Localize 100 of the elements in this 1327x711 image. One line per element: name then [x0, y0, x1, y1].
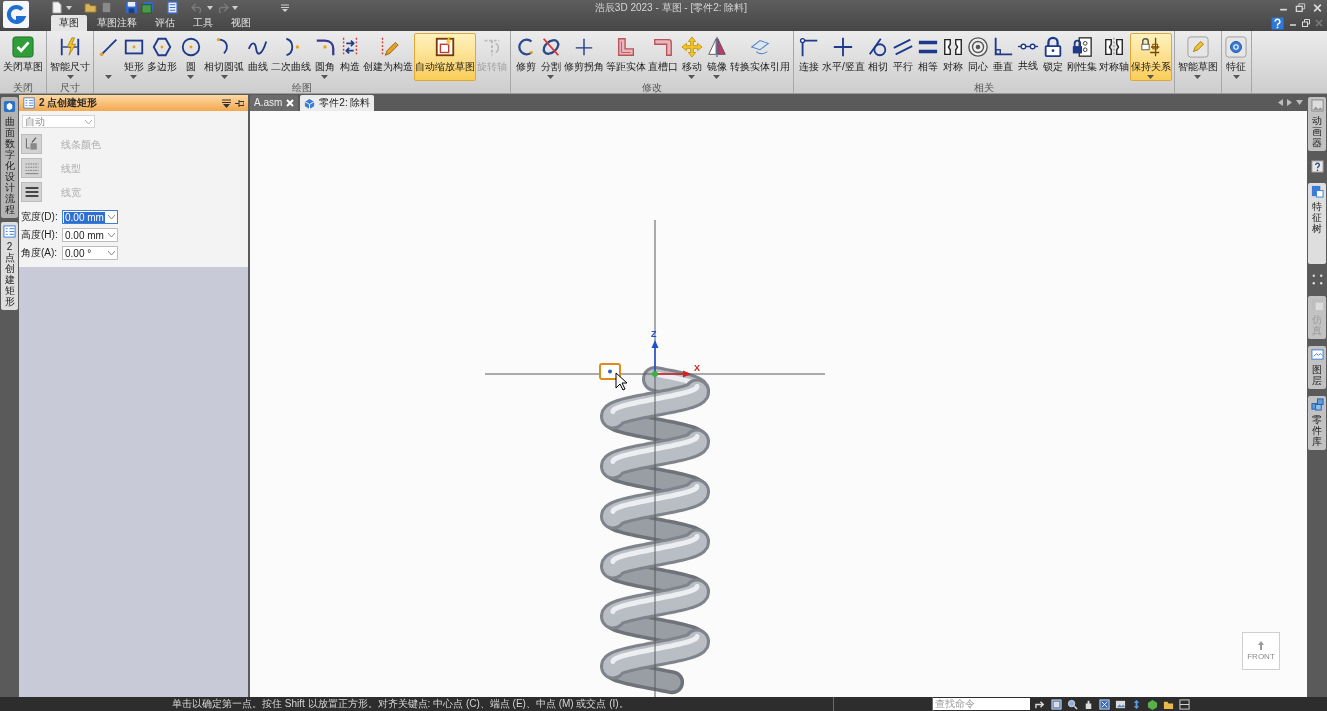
restore-icon[interactable]	[1295, 2, 1306, 13]
status-prompt: 单击以确定第一点。按住 Shift 以放置正方形。对齐关键点: 中心点 (C)、端点 (E)、中点 (M) 或交点 (I)。	[172, 697, 629, 711]
ribbon-tool-button[interactable]: 水平/竖直	[821, 33, 866, 81]
ribbon-tab[interactable]: 草图	[51, 15, 87, 31]
ribbon-tool-button[interactable]: 相切	[865, 33, 891, 81]
hand-icon[interactable]	[1083, 698, 1094, 710]
ribbon-tool-button[interactable]: 转换实体引用	[729, 33, 791, 81]
ribbon-tool-button[interactable]: 矩形	[121, 33, 146, 81]
ribbon-tab[interactable]: 工具	[185, 15, 221, 31]
ribbon-tool-button[interactable]: 圆角	[312, 33, 337, 81]
ribbon-tool-button[interactable]: 直槽口	[647, 33, 679, 81]
check-icon	[12, 36, 34, 58]
side-tab[interactable]: 曲面数字化设计流程	[1, 97, 18, 218]
blocks-icon	[1310, 398, 1324, 411]
command-search-field[interactable]: 查找命令	[933, 698, 1030, 710]
dropdown-icon[interactable]	[222, 98, 231, 108]
scroll-left-icon[interactable]	[1278, 99, 1283, 106]
ribbon-tool-button[interactable]: 镜像	[704, 33, 729, 81]
ribbon-tool-button[interactable]: 平行	[890, 33, 916, 81]
lock-panel-icon	[1070, 36, 1093, 58]
ribbon-tool-button[interactable]: 二次曲线	[270, 33, 312, 81]
ribbon-tool-button[interactable]: 保持关系	[1129, 33, 1172, 81]
value-field[interactable]: 0.00 mm	[62, 210, 118, 224]
ribbon-tool-button[interactable]: 相切圆弧	[203, 33, 245, 81]
value-field[interactable]: 0.00 °	[62, 246, 118, 260]
brackets-icon	[1102, 36, 1125, 58]
app-logo-icon[interactable]	[3, 1, 29, 28]
ribbon-tool-button[interactable]: 修剪拐角	[563, 33, 605, 81]
ribbon-tool-button[interactable]: 共线	[1015, 33, 1041, 81]
ribbon-tool-button[interactable]: 垂直	[990, 33, 1016, 81]
help-icon[interactable]	[1271, 16, 1284, 30]
side-tab[interactable]	[1308, 158, 1326, 176]
save-icon[interactable]	[125, 1, 138, 14]
group-label: 绘图	[292, 82, 312, 93]
scroll-right-icon[interactable]	[1287, 99, 1292, 106]
slot-icon	[652, 36, 674, 58]
magnifier-icon[interactable]	[1067, 698, 1078, 710]
folder-icon[interactable]	[84, 1, 97, 14]
ribbon-tab[interactable]: 视图	[223, 15, 259, 31]
field-label: 角度(A):	[21, 247, 59, 259]
side-tab[interactable]: 零件库	[1308, 396, 1326, 450]
ribbon-tool-button[interactable]: 自动缩放草图	[414, 33, 476, 81]
ribbon-tool-button[interactable]: 创建为构造	[362, 33, 414, 81]
ribbon-tool-button[interactable]: 关闭草图	[2, 33, 44, 81]
cube-icon	[304, 97, 316, 109]
dotted-line-icon	[1017, 43, 1040, 50]
picture-icon[interactable]	[1115, 698, 1126, 710]
chevron-down-icon	[108, 251, 115, 255]
mirror-icon	[705, 36, 728, 58]
origin-point-icon	[652, 371, 658, 377]
split-window-icon[interactable]	[1179, 698, 1190, 710]
ribbon-tool-button[interactable]: 圆	[178, 33, 203, 81]
caret-icon[interactable]	[66, 5, 72, 10]
panel-icon	[23, 97, 35, 109]
option-label: 线宽	[61, 185, 81, 200]
ribbon-tool-button[interactable]: 锁定	[1040, 33, 1066, 81]
ribbon-tool-button[interactable]: 特征	[1223, 33, 1249, 81]
value-field[interactable]: 0.00 mm	[62, 228, 118, 242]
side-tab[interactable]: 2 点创建矩形	[1, 222, 18, 310]
side-tab[interactable]: 图层	[1308, 346, 1326, 389]
chevron-down-icon	[108, 233, 115, 237]
caret-icon[interactable]	[232, 5, 238, 10]
cube-icon[interactable]	[1147, 698, 1158, 710]
tab-menu-icon[interactable]	[1296, 100, 1303, 105]
document-tab[interactable]: A.asm	[250, 95, 299, 111]
panel-icon	[3, 225, 16, 238]
ribbon-tool-button[interactable]: 等距实体	[605, 33, 647, 81]
ribbon-tab[interactable]: 草图注释	[89, 15, 145, 31]
box-icon[interactable]	[1099, 698, 1110, 710]
side-tab[interactable]: 动画器	[1308, 97, 1326, 151]
document-tab[interactable]: 零件2: 除料	[300, 95, 375, 111]
ribbon-tool-button[interactable]: 对称轴	[1097, 33, 1130, 81]
side-tab[interactable]: 特征树	[1308, 183, 1326, 264]
ribbon-tool-button[interactable]: 修剪	[513, 33, 538, 81]
ribbon-tool-button[interactable]: 相等	[915, 33, 941, 81]
document-icon[interactable]	[166, 1, 179, 14]
ribbon-tab[interactable]: 评估	[147, 15, 183, 31]
ribbon-tool-button[interactable]: 刚性集	[1065, 33, 1098, 81]
ribbon-tool-button[interactable]: 移动	[679, 33, 704, 81]
window-icon[interactable]	[1051, 698, 1062, 710]
hexagon-icon	[151, 36, 173, 58]
pin-icon[interactable]	[235, 98, 244, 108]
ribbon-tool-button[interactable]: 对称	[940, 33, 966, 81]
sketch-canvas[interactable]: Z X FRONT	[250, 111, 1307, 697]
ribbon-tool-button[interactable]: 多边形	[146, 33, 178, 81]
ribbon-tool-button[interactable]: 连接	[796, 33, 821, 81]
customize-icon[interactable]	[281, 3, 289, 12]
ribbon-tool-button[interactable]: 同心	[965, 33, 991, 81]
arrows-icon[interactable]	[1131, 698, 1142, 710]
restore-icon[interactable]	[1302, 19, 1310, 27]
help-icon	[1310, 160, 1324, 173]
ribbon-tool-button[interactable]: 分割	[538, 33, 563, 81]
ribbon-tool-button[interactable]: 曲线	[245, 33, 270, 81]
view-cube[interactable]: FRONT	[1242, 632, 1280, 670]
ribbon-tool-button[interactable]: 智能尺寸	[49, 33, 91, 81]
ribbon-tool-button[interactable]: 构造	[337, 33, 362, 81]
axis-label: Z	[651, 329, 657, 339]
ring-tile-icon	[1225, 36, 1248, 58]
caret-icon[interactable]	[207, 5, 213, 10]
ribbon-tool-button[interactable]: 智能草图	[1176, 33, 1219, 81]
